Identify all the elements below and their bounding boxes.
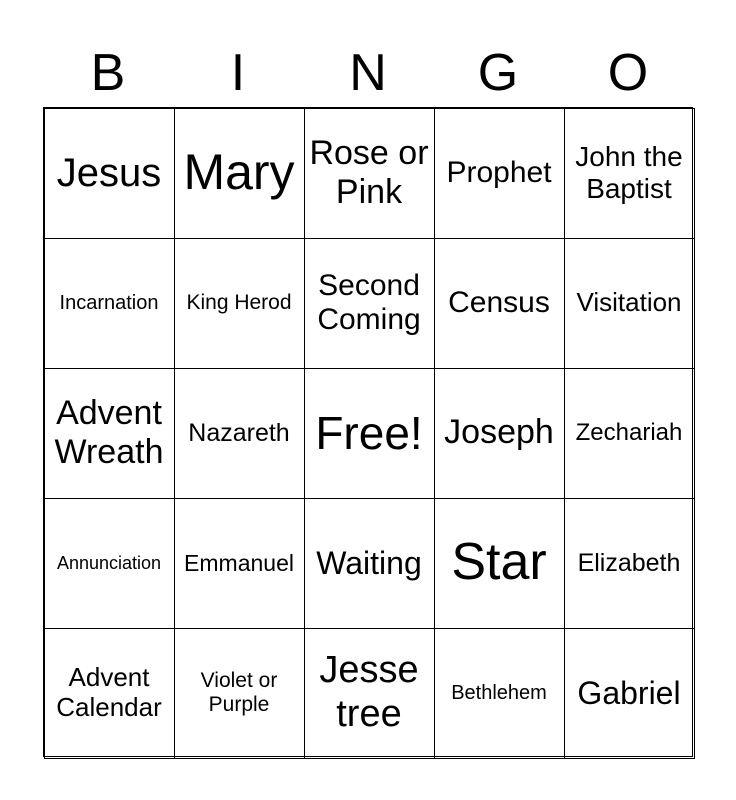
bingo-cell[interactable]: Jesus	[43, 107, 175, 239]
bingo-cell[interactable]: Advent Wreath	[43, 367, 175, 499]
bingo-header: B I N G O	[43, 40, 693, 106]
header-letter-b: B	[90, 44, 126, 102]
bingo-cell[interactable]: Jesse tree	[303, 627, 435, 759]
bingo-cell[interactable]: Joseph	[433, 367, 565, 499]
bingo-cell[interactable]: Elizabeth	[563, 497, 695, 629]
bingo-cell[interactable]: Census	[433, 237, 565, 369]
header-letter-o: O	[607, 44, 649, 102]
header-letter-g: G	[477, 44, 519, 102]
bingo-cell[interactable]: Rose or Pink	[303, 107, 435, 239]
bingo-cell[interactable]: Waiting	[303, 497, 435, 629]
bingo-cell[interactable]: King Herod	[173, 237, 305, 369]
header-letter-i: I	[230, 44, 246, 102]
bingo-cell[interactable]: Prophet	[433, 107, 565, 239]
bingo-cell[interactable]: Visitation	[563, 237, 695, 369]
bingo-cell[interactable]: Free!	[303, 367, 435, 499]
bingo-cell[interactable]: Emmanuel	[173, 497, 305, 629]
bingo-cell[interactable]: Zechariah	[563, 367, 695, 499]
bingo-cell[interactable]: Mary	[173, 107, 305, 239]
bingo-cell[interactable]: Violet or Purple	[173, 627, 305, 759]
bingo-cell[interactable]: Advent Calendar	[43, 627, 175, 759]
bingo-grid: Jesus Mary Rose or Pink Prophet John the Bap…	[43, 107, 695, 759]
bingo-cell[interactable]: Incarnation	[43, 237, 175, 369]
bingo-cell[interactable]: Bethlehem	[433, 627, 565, 759]
bingo-cell[interactable]: Second Coming	[303, 237, 435, 369]
bingo-cell[interactable]: Nazareth	[173, 367, 305, 499]
header-letter-n: N	[349, 44, 387, 102]
bingo-cell[interactable]: Star	[433, 497, 565, 629]
bingo-cell[interactable]: Annunciation	[43, 497, 175, 629]
bingo-cell[interactable]: John the Baptist	[563, 107, 695, 239]
bingo-cell[interactable]: Gabriel	[563, 627, 695, 759]
